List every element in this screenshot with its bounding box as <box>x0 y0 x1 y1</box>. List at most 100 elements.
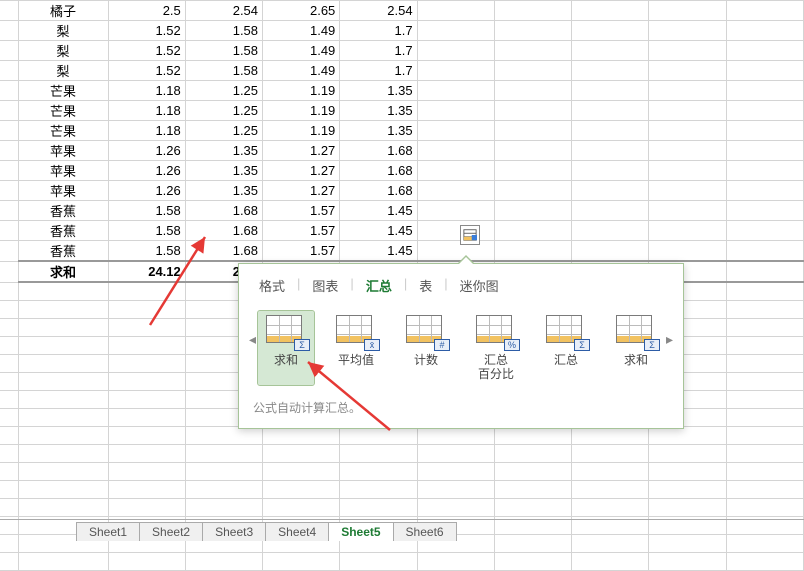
row-label[interactable] <box>18 390 108 408</box>
row-label[interactable]: 香蕉 <box>18 241 108 262</box>
data-cell[interactable]: 1.45 <box>340 221 417 241</box>
sheet-tab[interactable]: Sheet6 <box>393 522 457 541</box>
tab-table[interactable]: 表 <box>413 274 438 297</box>
data-cell[interactable]: 1.19 <box>263 121 340 141</box>
data-cell[interactable]: 2.5 <box>108 1 185 21</box>
data-cell[interactable] <box>108 498 185 516</box>
data-cell[interactable]: 1.26 <box>108 161 185 181</box>
data-cell[interactable]: 1.68 <box>185 201 262 221</box>
data-cell[interactable]: 1.57 <box>263 241 340 262</box>
row-label[interactable]: 梨 <box>18 61 108 81</box>
data-cell[interactable]: 24.12 <box>108 261 185 282</box>
gallery-item-count[interactable]: # 计数 <box>398 311 454 385</box>
tab-totals[interactable]: 汇总 <box>360 274 398 297</box>
data-cell[interactable]: 1.25 <box>185 81 262 101</box>
data-cell[interactable] <box>108 372 185 390</box>
data-cell[interactable] <box>185 498 262 516</box>
data-cell[interactable]: 1.52 <box>108 41 185 61</box>
row-label[interactable]: 芒果 <box>18 101 108 121</box>
data-cell[interactable]: 1.58 <box>185 61 262 81</box>
data-cell[interactable]: 1.27 <box>263 141 340 161</box>
row-label[interactable] <box>18 372 108 390</box>
data-cell[interactable]: 1.35 <box>340 101 417 121</box>
row-label[interactable] <box>18 300 108 318</box>
data-cell[interactable]: 1.18 <box>108 101 185 121</box>
row-label[interactable] <box>18 354 108 372</box>
sheet-tab[interactable]: Sheet4 <box>265 522 329 541</box>
gallery-item-avg[interactable]: x̄ 平均值 <box>328 311 384 385</box>
quick-analysis-button[interactable] <box>460 225 480 245</box>
sheet-tab[interactable]: Sheet5 <box>328 522 393 541</box>
data-cell[interactable] <box>108 390 185 408</box>
data-cell[interactable]: 1.58 <box>108 201 185 221</box>
row-label[interactable]: 芒果 <box>18 121 108 141</box>
data-cell[interactable]: 1.49 <box>263 41 340 61</box>
data-cell[interactable] <box>108 336 185 354</box>
row-label[interactable] <box>18 282 108 300</box>
data-cell[interactable]: 1.58 <box>185 41 262 61</box>
row-label[interactable] <box>18 408 108 426</box>
tab-sparkline[interactable]: 迷你图 <box>454 274 505 297</box>
data-cell[interactable]: 1.35 <box>185 141 262 161</box>
row-label[interactable] <box>18 444 108 462</box>
data-cell[interactable]: 1.19 <box>263 101 340 121</box>
row-label[interactable] <box>18 552 108 570</box>
data-cell[interactable]: 1.27 <box>263 161 340 181</box>
data-cell[interactable] <box>108 300 185 318</box>
data-cell[interactable]: 1.68 <box>340 141 417 161</box>
gallery-prev[interactable]: ◂ <box>249 311 256 367</box>
data-cell[interactable]: 1.26 <box>108 181 185 201</box>
data-cell[interactable] <box>340 462 417 480</box>
data-cell[interactable] <box>108 480 185 498</box>
gallery-item-sum[interactable]: Σ 求和 <box>258 311 314 385</box>
data-cell[interactable] <box>108 354 185 372</box>
data-cell[interactable]: 1.57 <box>263 221 340 241</box>
data-cell[interactable] <box>340 552 417 570</box>
row-label[interactable] <box>18 318 108 336</box>
sheet-tab[interactable]: Sheet3 <box>202 522 266 541</box>
data-cell[interactable]: 1.7 <box>340 41 417 61</box>
data-cell[interactable] <box>108 462 185 480</box>
data-cell[interactable]: 1.45 <box>340 241 417 262</box>
row-label[interactable]: 梨 <box>18 21 108 41</box>
data-cell[interactable]: 1.49 <box>263 21 340 41</box>
row-label[interactable] <box>18 462 108 480</box>
row-label[interactable] <box>18 498 108 516</box>
data-cell[interactable] <box>263 498 340 516</box>
data-cell[interactable]: 1.26 <box>108 141 185 161</box>
data-cell[interactable]: 2.54 <box>340 1 417 21</box>
gallery-item-running[interactable]: Σ 汇总 <box>538 311 594 385</box>
data-cell[interactable] <box>185 444 262 462</box>
data-cell[interactable]: 1.27 <box>263 181 340 201</box>
data-cell[interactable]: 1.58 <box>108 241 185 262</box>
data-cell[interactable]: 1.49 <box>263 61 340 81</box>
data-cell[interactable] <box>185 462 262 480</box>
data-cell[interactable] <box>263 444 340 462</box>
data-cell[interactable]: 1.68 <box>185 241 262 262</box>
gallery-next[interactable]: ▸ <box>666 311 673 367</box>
data-cell[interactable]: 1.68 <box>340 161 417 181</box>
data-cell[interactable] <box>340 480 417 498</box>
data-cell[interactable]: 1.25 <box>185 101 262 121</box>
data-cell[interactable]: 1.18 <box>108 121 185 141</box>
row-label[interactable] <box>18 480 108 498</box>
data-cell[interactable]: 1.35 <box>185 181 262 201</box>
data-cell[interactable] <box>263 552 340 570</box>
data-cell[interactable]: 1.18 <box>108 81 185 101</box>
data-cell[interactable] <box>108 282 185 300</box>
data-cell[interactable] <box>263 462 340 480</box>
row-label[interactable]: 芒果 <box>18 81 108 101</box>
data-cell[interactable] <box>185 480 262 498</box>
data-cell[interactable] <box>340 444 417 462</box>
tab-chart[interactable]: 图表 <box>306 274 344 297</box>
data-cell[interactable] <box>185 552 262 570</box>
data-cell[interactable]: 1.45 <box>340 201 417 221</box>
data-cell[interactable]: 2.54 <box>185 1 262 21</box>
row-label[interactable]: 苹果 <box>18 141 108 161</box>
data-cell[interactable] <box>108 318 185 336</box>
sheet-tab[interactable]: Sheet2 <box>139 522 203 541</box>
row-label[interactable]: 苹果 <box>18 181 108 201</box>
gallery-item-pct[interactable]: % 汇总 百分比 <box>468 311 524 385</box>
data-cell[interactable]: 1.25 <box>185 121 262 141</box>
data-cell[interactable] <box>108 426 185 444</box>
